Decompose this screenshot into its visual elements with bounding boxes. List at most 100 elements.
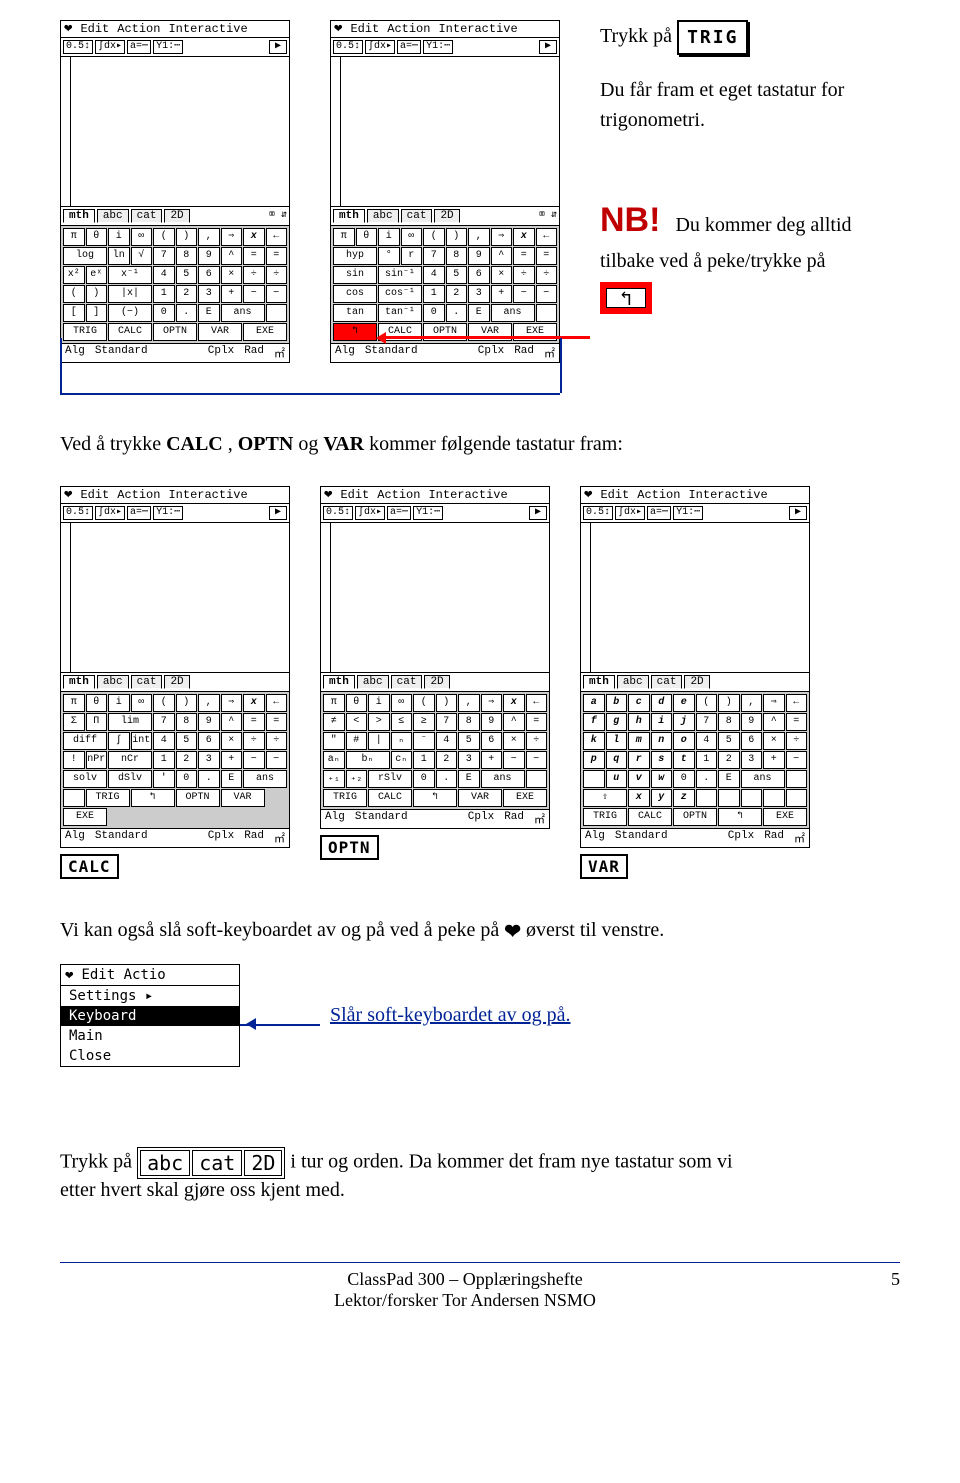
key[interactable]: [ <box>63 304 85 322</box>
key[interactable]: = <box>243 713 265 731</box>
key[interactable] <box>266 304 288 322</box>
key-optn[interactable]: OPTN <box>176 789 220 807</box>
menu-action[interactable]: Action <box>387 22 430 36</box>
key-atan[interactable]: tan⁻¹ <box>378 304 422 322</box>
tab-mth[interactable]: mth <box>63 209 95 223</box>
key[interactable]: − <box>786 751 808 769</box>
key[interactable]: solv <box>63 770 107 788</box>
key[interactable]: × <box>221 732 243 750</box>
tab-cat[interactable]: cat <box>401 209 433 223</box>
key[interactable]: + <box>763 751 785 769</box>
tab-2d[interactable]: 2D <box>684 675 709 689</box>
tab-cat[interactable]: cat <box>391 675 423 689</box>
key[interactable]: ^ <box>503 713 525 731</box>
key[interactable] <box>536 304 558 322</box>
toolbar-btn[interactable]: 0.5↕ <box>63 40 93 54</box>
key-ans[interactable]: ans <box>491 304 535 322</box>
key[interactable]: − <box>266 751 288 769</box>
key[interactable]: ₊₁ <box>323 770 345 788</box>
key[interactable]: , <box>198 694 220 712</box>
key[interactable]: y <box>651 789 673 807</box>
menu-edit[interactable]: Edit <box>340 488 369 502</box>
key[interactable]: = <box>526 713 548 731</box>
key[interactable]: x <box>243 228 265 246</box>
key[interactable]: i <box>368 694 390 712</box>
key[interactable]: Σ <box>63 713 85 731</box>
key[interactable]: 4 <box>436 732 458 750</box>
key-exe[interactable]: EXE <box>243 323 287 341</box>
menu-action[interactable]: Action <box>117 488 160 502</box>
key[interactable]: ^ <box>221 247 243 265</box>
key[interactable]: 2 <box>718 751 740 769</box>
key-tan[interactable]: tan <box>333 304 377 322</box>
key-asin[interactable]: sin⁻¹ <box>378 266 422 284</box>
key-trig[interactable]: TRIG <box>63 323 107 341</box>
key-var[interactable]: VAR <box>198 323 242 341</box>
key[interactable]: ^ <box>491 247 513 265</box>
key[interactable]: θ <box>86 228 108 246</box>
key[interactable]: 5 <box>446 266 468 284</box>
key[interactable]: ) <box>86 285 108 303</box>
key-hyp[interactable]: hyp <box>333 247 377 265</box>
key[interactable]: . <box>198 770 220 788</box>
key[interactable]: g <box>606 713 628 731</box>
key-sin[interactable]: sin <box>333 266 377 284</box>
key[interactable]: E <box>221 770 243 788</box>
key[interactable]: ⇒ <box>221 228 243 246</box>
key[interactable]: i <box>108 694 130 712</box>
toolbar-btn[interactable]: Y1:⋯ <box>423 40 453 54</box>
key[interactable]: o <box>673 732 695 750</box>
key[interactable]: i <box>378 228 400 246</box>
key[interactable]: x² <box>63 266 85 284</box>
key[interactable]: ) <box>446 228 468 246</box>
tab-2d[interactable]: 2D <box>434 209 459 223</box>
key[interactable]: ( <box>696 694 718 712</box>
tab-2d[interactable]: 2D <box>164 209 189 223</box>
key-optn[interactable]: OPTN <box>153 323 197 341</box>
menu-interactive[interactable]: Interactive <box>428 488 507 502</box>
key[interactable]: 1 <box>153 751 175 769</box>
menu-interactive[interactable]: Interactive <box>168 22 247 36</box>
key[interactable]: 3 <box>198 751 220 769</box>
key[interactable]: ! <box>63 751 85 769</box>
key[interactable]: 8 <box>446 247 468 265</box>
key[interactable]: ∞ <box>131 694 153 712</box>
key[interactable]: lim <box>108 713 152 731</box>
toolbar-btn[interactable]: Y1:⋯ <box>153 40 183 54</box>
menu-edit[interactable]: Edit <box>600 488 629 502</box>
key-calc[interactable]: CALC <box>628 808 672 826</box>
key[interactable]: 9 <box>468 247 490 265</box>
key[interactable]: = <box>536 247 558 265</box>
tab-abc[interactable]: abc <box>97 675 129 689</box>
toolbar-btn[interactable]: a=⋯ <box>397 40 421 54</box>
key-trig[interactable]: TRIG <box>583 808 627 826</box>
key[interactable]: w <box>651 770 673 788</box>
toolbar-btn[interactable]: 0.5↕ <box>333 40 363 54</box>
key-var[interactable]: VAR <box>458 789 502 807</box>
key[interactable]: , <box>741 694 763 712</box>
key-shift[interactable]: ⇧ <box>583 789 627 807</box>
key[interactable]: ← <box>786 694 808 712</box>
tab-abc[interactable]: abc <box>97 209 129 223</box>
key[interactable]: d <box>651 694 673 712</box>
key[interactable]: 5 <box>718 732 740 750</box>
key[interactable]: ( <box>153 228 175 246</box>
key-exe[interactable]: EXE <box>63 808 107 826</box>
key[interactable]: . <box>696 770 718 788</box>
menu-action[interactable]: Action <box>637 488 680 502</box>
key[interactable]: h <box>628 713 650 731</box>
key[interactable]: ^ <box>221 713 243 731</box>
key[interactable]: (−) <box>108 304 152 322</box>
menu-item-main[interactable]: Main <box>61 1026 239 1046</box>
key-trig[interactable]: TRIG <box>323 789 367 807</box>
key[interactable]: ÷ <box>266 732 288 750</box>
key[interactable]: 3 <box>458 751 480 769</box>
key[interactable]: 4 <box>423 266 445 284</box>
key[interactable]: θ <box>86 694 108 712</box>
key[interactable]: x⁻¹ <box>108 266 152 284</box>
key[interactable]: ∞ <box>391 694 413 712</box>
key[interactable]: 0 <box>423 304 445 322</box>
key[interactable]: ₊₂ <box>346 770 368 788</box>
menu-interactive[interactable]: Interactive <box>438 22 517 36</box>
key[interactable]: ° <box>378 247 400 265</box>
